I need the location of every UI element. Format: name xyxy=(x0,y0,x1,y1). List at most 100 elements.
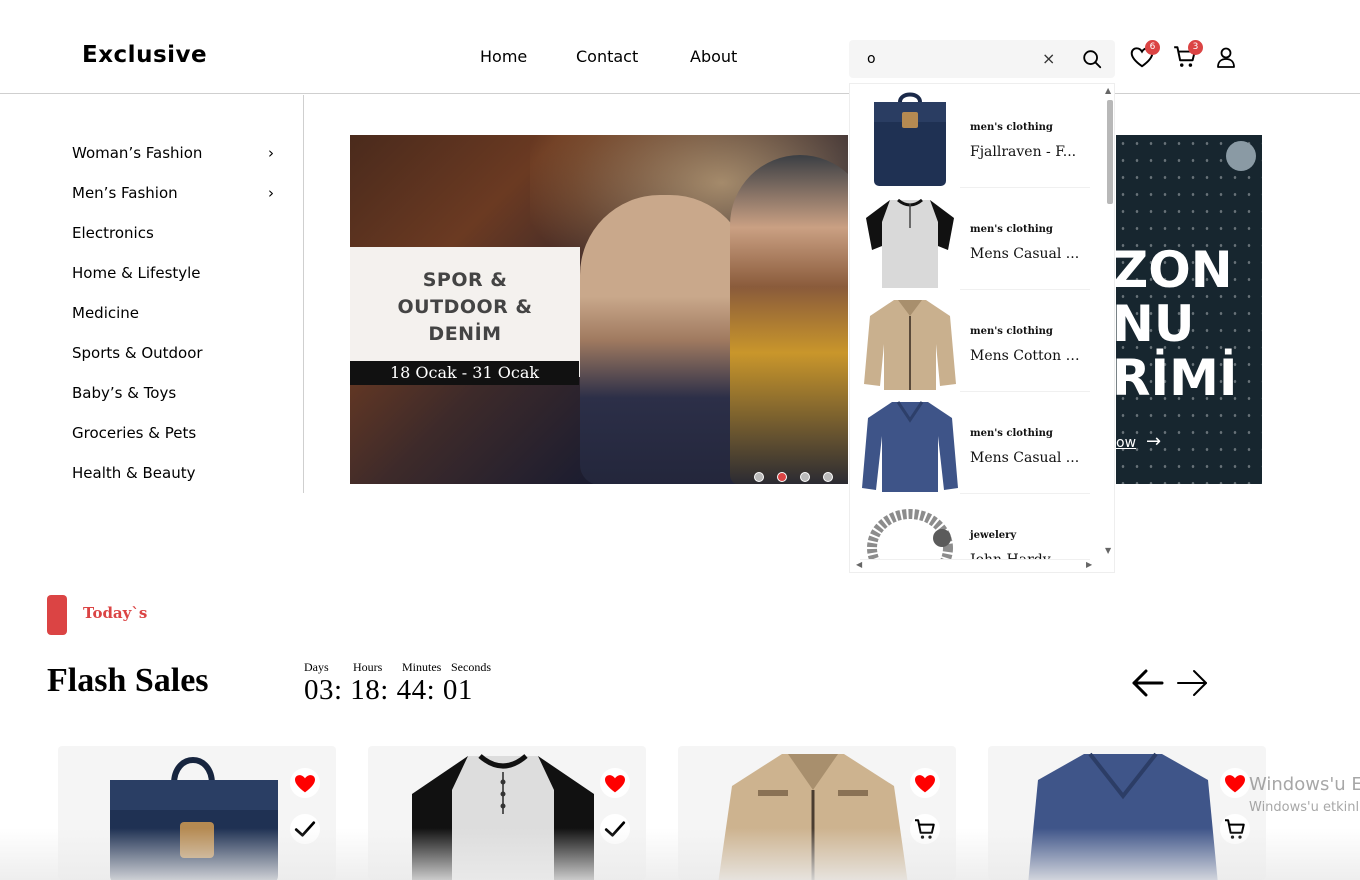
result-title: Mens Casual ... xyxy=(970,246,1080,262)
scroll-right-icon[interactable]: ▶ xyxy=(1086,560,1092,569)
carousel-dot-active[interactable] xyxy=(777,472,787,482)
result-category: men's clothing xyxy=(970,224,1053,235)
hero-banner[interactable]: SPOR & OUTDOOR & DENİM 18 Ocak - 31 Ocak xyxy=(350,135,848,484)
logo[interactable]: Exclusive xyxy=(82,42,207,68)
countdown-label-minutes: Minutes xyxy=(402,660,442,674)
heart-filled-icon xyxy=(1225,775,1245,793)
search-result-item[interactable]: men's clothing Mens Casual ... xyxy=(860,394,1090,494)
added-to-cart-toggle[interactable] xyxy=(290,814,320,844)
section-marker xyxy=(47,595,67,635)
heart-filled-icon xyxy=(605,775,625,793)
nav-contact[interactable]: Contact xyxy=(576,47,638,66)
chevron-right-icon[interactable]: › xyxy=(268,144,274,162)
result-title: Fjallraven - F... xyxy=(970,144,1077,160)
heart-filled-icon xyxy=(295,775,315,793)
sidebar-item-home-lifestyle[interactable]: Home & Lifestyle xyxy=(72,264,201,282)
wishlist-toggle[interactable] xyxy=(600,768,630,798)
long-sleeve-shirt-image xyxy=(1028,752,1218,880)
account-button[interactable] xyxy=(1214,44,1240,70)
sidebar-item-electronics[interactable]: Electronics xyxy=(72,224,154,242)
sidebar-item-womans-fashion[interactable]: Woman’s Fashion xyxy=(72,144,202,162)
cart-icon xyxy=(915,819,935,839)
search-result-item[interactable]: jewelery John Hardy W... xyxy=(860,496,1090,560)
dropdown-vertical-scrollbar[interactable]: ▲ ▼ xyxy=(1105,86,1115,558)
long-sleeve-shirt-image xyxy=(860,396,960,494)
banner-photo-woman xyxy=(580,195,750,484)
header: Exclusive Home Contact About × 6 3 xyxy=(0,0,1360,94)
cart-count-badge: 3 xyxy=(1188,40,1203,55)
carousel-dot[interactable] xyxy=(800,472,810,482)
banner-right-line-1: ZON xyxy=(1116,241,1233,299)
cart-button[interactable]: 3 xyxy=(1172,40,1203,70)
cart-icon xyxy=(1225,819,1245,839)
add-to-cart-button[interactable] xyxy=(910,814,940,844)
shop-now-link[interactable]: ow xyxy=(1116,435,1136,451)
scroll-left-icon[interactable]: ◀ xyxy=(856,560,862,569)
wishlist-count-badge: 6 xyxy=(1145,40,1160,55)
windows-activation-subtext: Windows'u etkinl xyxy=(1249,800,1360,815)
sidebar-item-mens-fashion[interactable]: Men’s Fashion xyxy=(72,184,178,202)
sidebar-item-babys-toys[interactable]: Baby’s & Toys xyxy=(72,384,176,402)
countdown-label-seconds: Seconds xyxy=(451,660,491,674)
hero-banner-right[interactable]: ZON NU RİMİ ow → xyxy=(1116,135,1262,484)
added-to-cart-toggle[interactable] xyxy=(600,814,630,844)
carousel-dot[interactable] xyxy=(754,472,764,482)
wishlist-toggle[interactable] xyxy=(1220,768,1250,798)
banner-right-line-3: RİMİ xyxy=(1116,349,1238,407)
scroll-up-icon[interactable]: ▲ xyxy=(1105,86,1111,95)
result-category: men's clothing xyxy=(970,122,1053,133)
product-card[interactable] xyxy=(368,746,646,880)
banner-photo-man xyxy=(730,155,848,484)
clear-search-button[interactable]: × xyxy=(1042,49,1055,68)
countdown-label-hours: Hours xyxy=(353,660,383,674)
product-card[interactable] xyxy=(58,746,336,880)
heart-filled-icon xyxy=(915,775,935,793)
jacket-image xyxy=(718,754,908,880)
countdown-timer: 03: 18: 44: 01 xyxy=(304,674,473,706)
add-to-cart-button[interactable] xyxy=(1220,814,1250,844)
search-result-item[interactable]: men's clothing Fjallraven - F... xyxy=(860,88,1090,188)
search-result-item[interactable]: men's clothing Mens Cotton J... xyxy=(860,292,1090,392)
result-category: jewelery xyxy=(970,530,1017,541)
result-title: John Hardy W... xyxy=(970,552,1080,560)
scrollbar-thumb[interactable] xyxy=(1107,100,1113,204)
sidebar-item-medicine[interactable]: Medicine xyxy=(72,304,139,322)
result-title: Mens Cotton J... xyxy=(970,348,1080,364)
wishlist-toggle[interactable] xyxy=(290,768,320,798)
sidebar-item-sports-outdoor[interactable]: Sports & Outdoor xyxy=(72,344,203,362)
section-title: Flash Sales xyxy=(47,662,209,699)
search-icon[interactable] xyxy=(1081,48,1103,70)
banner-right-line-2: NU xyxy=(1116,295,1195,353)
category-sidebar: Woman’s Fashion › Men’s Fashion › Electr… xyxy=(0,95,304,493)
nav-about[interactable]: About xyxy=(690,47,737,66)
arrow-left-icon[interactable] xyxy=(1128,664,1166,702)
user-icon xyxy=(1217,47,1235,68)
promo-line-3: DENİM xyxy=(428,323,502,345)
result-category: men's clothing xyxy=(970,428,1053,439)
product-card[interactable] xyxy=(678,746,956,880)
product-card[interactable] xyxy=(988,746,1266,880)
nav-home[interactable]: Home xyxy=(480,47,527,66)
search-input[interactable] xyxy=(867,48,1037,70)
arrow-right-icon[interactable] xyxy=(1174,664,1212,702)
sidebar-item-groceries-pets[interactable]: Groceries & Pets xyxy=(72,424,196,442)
countdown-label-days: Days xyxy=(304,660,329,674)
arrow-right-icon: → xyxy=(1146,431,1162,452)
banner-right-headline: ZON NU RİMİ xyxy=(1116,243,1237,405)
promo-headline: SPOR & OUTDOOR & DENİM xyxy=(350,267,580,348)
scroll-down-icon[interactable]: ▼ xyxy=(1105,546,1111,555)
chevron-right-icon[interactable]: › xyxy=(268,184,274,202)
sidebar-item-health-beauty[interactable]: Health & Beauty xyxy=(72,464,195,482)
result-category: men's clothing xyxy=(970,326,1053,337)
carousel-dot[interactable] xyxy=(823,472,833,482)
section-tag: Today`s xyxy=(83,604,148,622)
dropdown-horizontal-scrollbar[interactable]: ◀ ▶ xyxy=(856,560,1096,570)
check-icon xyxy=(604,821,626,837)
search-result-item[interactable]: men's clothing Mens Casual ... xyxy=(860,190,1090,290)
wishlist-button[interactable]: 6 xyxy=(1129,40,1160,70)
henley-shirt-image xyxy=(412,754,594,880)
backpack-image xyxy=(860,90,960,188)
wishlist-toggle[interactable] xyxy=(910,768,940,798)
carousel-dots xyxy=(754,467,846,484)
backpack-image xyxy=(110,757,278,880)
